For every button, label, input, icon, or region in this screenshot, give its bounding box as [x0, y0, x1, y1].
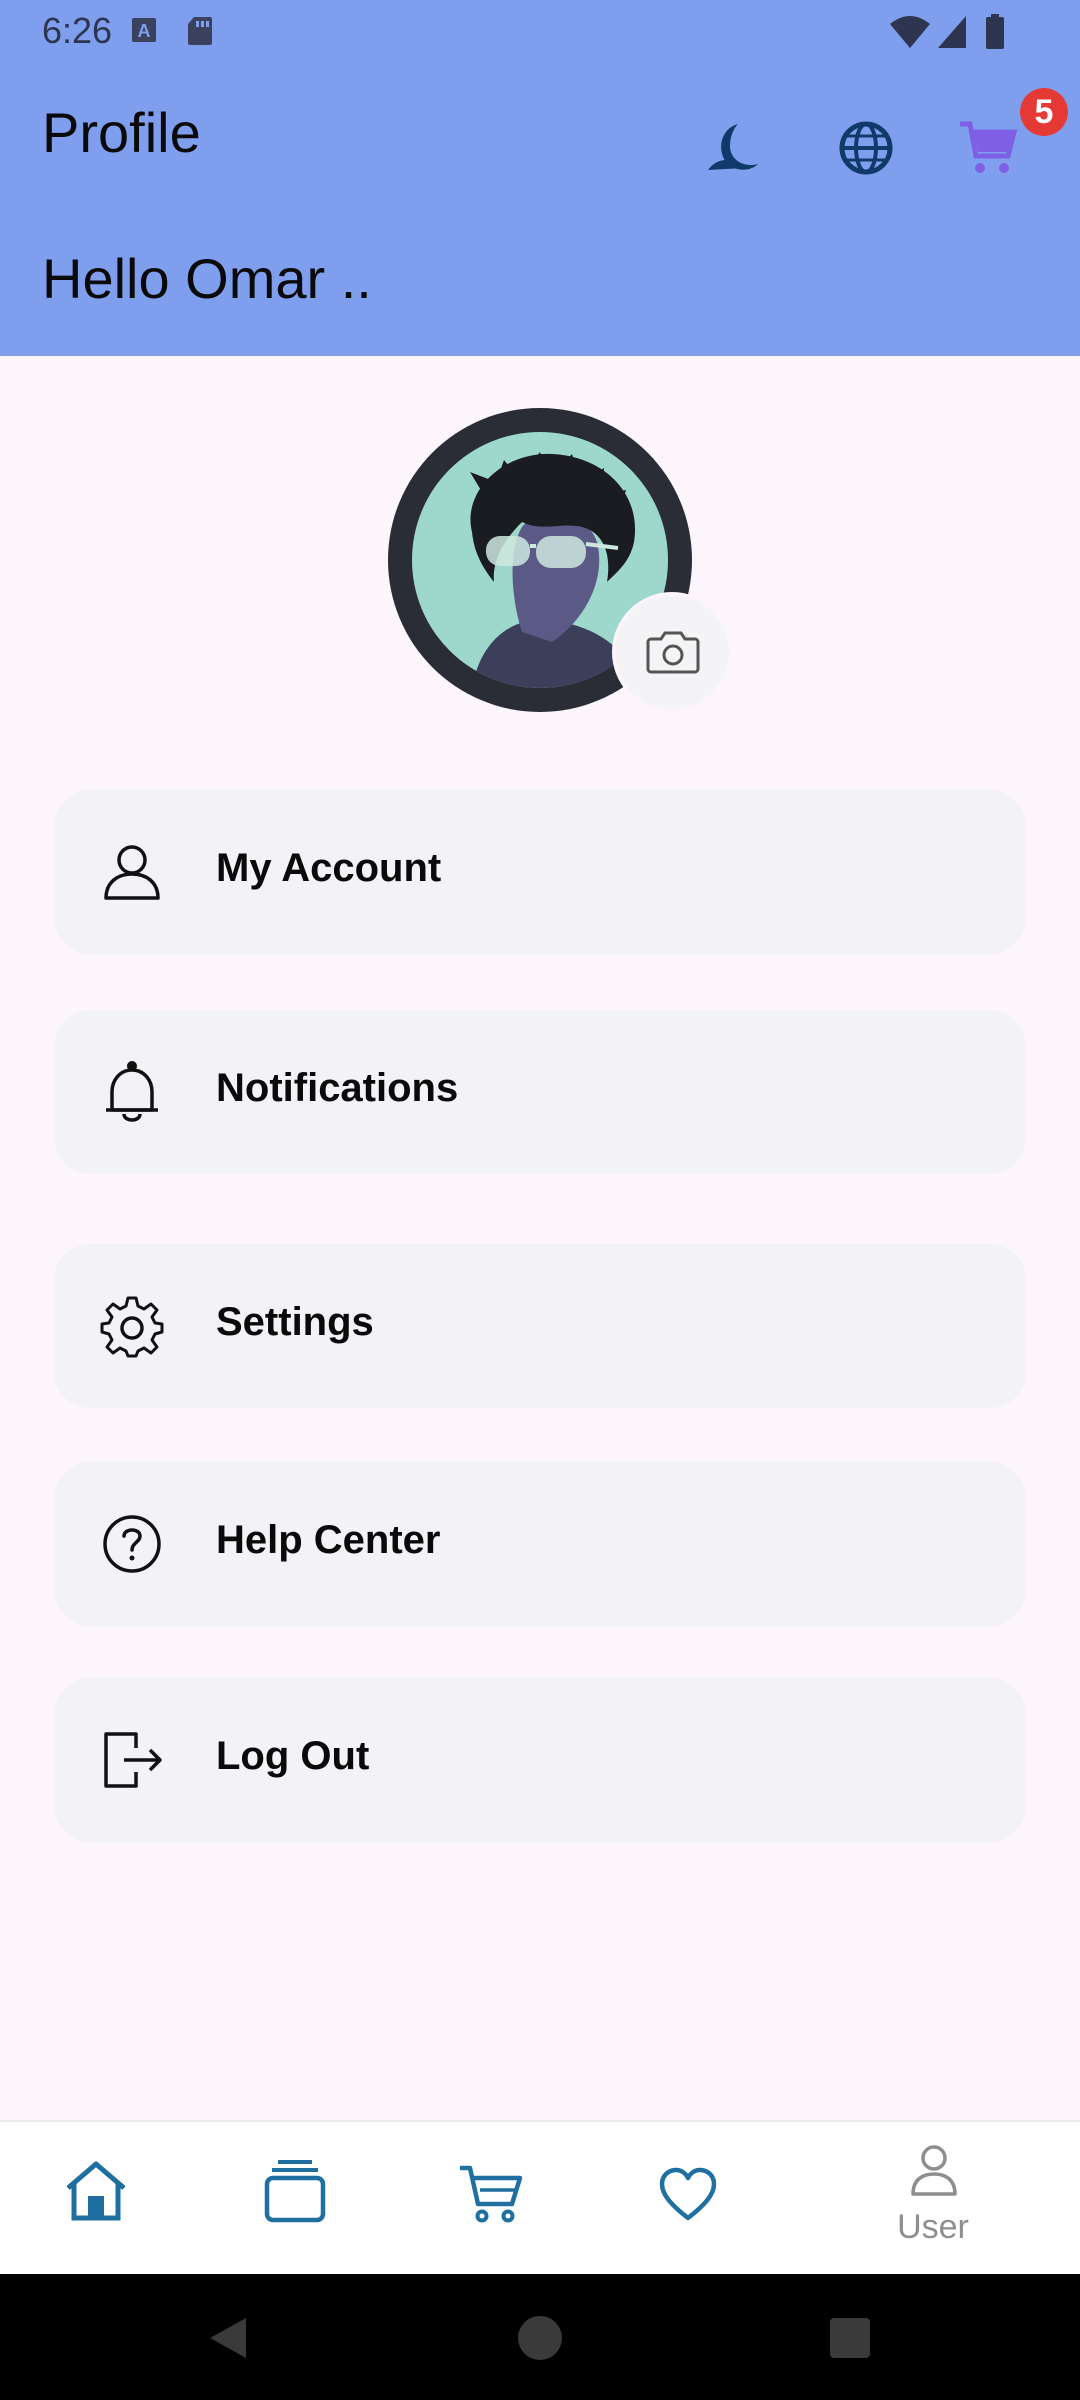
home-icon	[66, 2161, 126, 2221]
page-title: Profile	[42, 101, 201, 164]
system-navigation-bar	[0, 2274, 1080, 2400]
cart-badge: 5	[1020, 88, 1068, 136]
categories-icon	[264, 2160, 326, 2223]
nav-home[interactable]	[40, 2122, 160, 2276]
nav-user[interactable]: User	[870, 2122, 996, 2276]
home-circle-icon[interactable]	[516, 2314, 564, 2362]
help-icon	[103, 1515, 161, 1573]
signal-icon	[938, 16, 966, 48]
status-bar: 6:26 A	[0, 0, 1080, 64]
heart-icon	[659, 2167, 717, 2221]
bottom-navigation: User	[0, 2120, 1080, 2274]
wifi-icon	[890, 16, 930, 48]
nav-user-label: User	[897, 2208, 969, 2246]
menu-label-notifications: Notifications	[216, 1066, 459, 1110]
recents-icon[interactable]	[828, 2316, 872, 2360]
menu-item-settings[interactable]: Settings	[54, 1244, 1026, 1408]
status-time: 6:26	[42, 10, 113, 51]
menu-label-help-center: Help Center	[216, 1518, 441, 1562]
bell-icon	[106, 1061, 158, 1122]
camera-icon	[646, 631, 700, 674]
menu-item-log-out[interactable]: Log Out	[54, 1678, 1026, 1842]
back-icon[interactable]	[206, 2314, 250, 2362]
cart-icon[interactable]	[958, 118, 1018, 178]
svg-text:A: A	[138, 21, 151, 41]
menu-item-my-account[interactable]: My Account	[54, 790, 1026, 954]
menu-label-log-out: Log Out	[216, 1734, 370, 1778]
menu-label-settings: Settings	[216, 1300, 374, 1344]
logout-icon	[104, 1732, 162, 1788]
user-icon	[911, 2145, 957, 2196]
menu-item-notifications[interactable]: Notifications	[54, 1010, 1026, 1174]
keyboard-a-icon: A	[132, 18, 156, 42]
moon-icon[interactable]	[704, 118, 764, 178]
cart-icon	[460, 2165, 523, 2223]
user-icon	[104, 845, 160, 900]
app-header: 6:26 A Profile 5 Hello Omar ..	[0, 0, 1080, 356]
change-photo-button[interactable]	[612, 592, 732, 712]
nav-favorites[interactable]	[628, 2122, 748, 2276]
nav-cart[interactable]	[432, 2122, 552, 2276]
nav-categories[interactable]	[236, 2122, 356, 2276]
battery-icon	[986, 14, 1004, 49]
globe-icon[interactable]	[836, 118, 896, 178]
menu-item-help-center[interactable]: Help Center	[54, 1462, 1026, 1626]
menu-label-my-account: My Account	[216, 846, 442, 890]
greeting-text: Hello Omar ..	[42, 247, 372, 310]
sd-card-icon	[188, 17, 212, 45]
gear-icon	[100, 1296, 164, 1358]
